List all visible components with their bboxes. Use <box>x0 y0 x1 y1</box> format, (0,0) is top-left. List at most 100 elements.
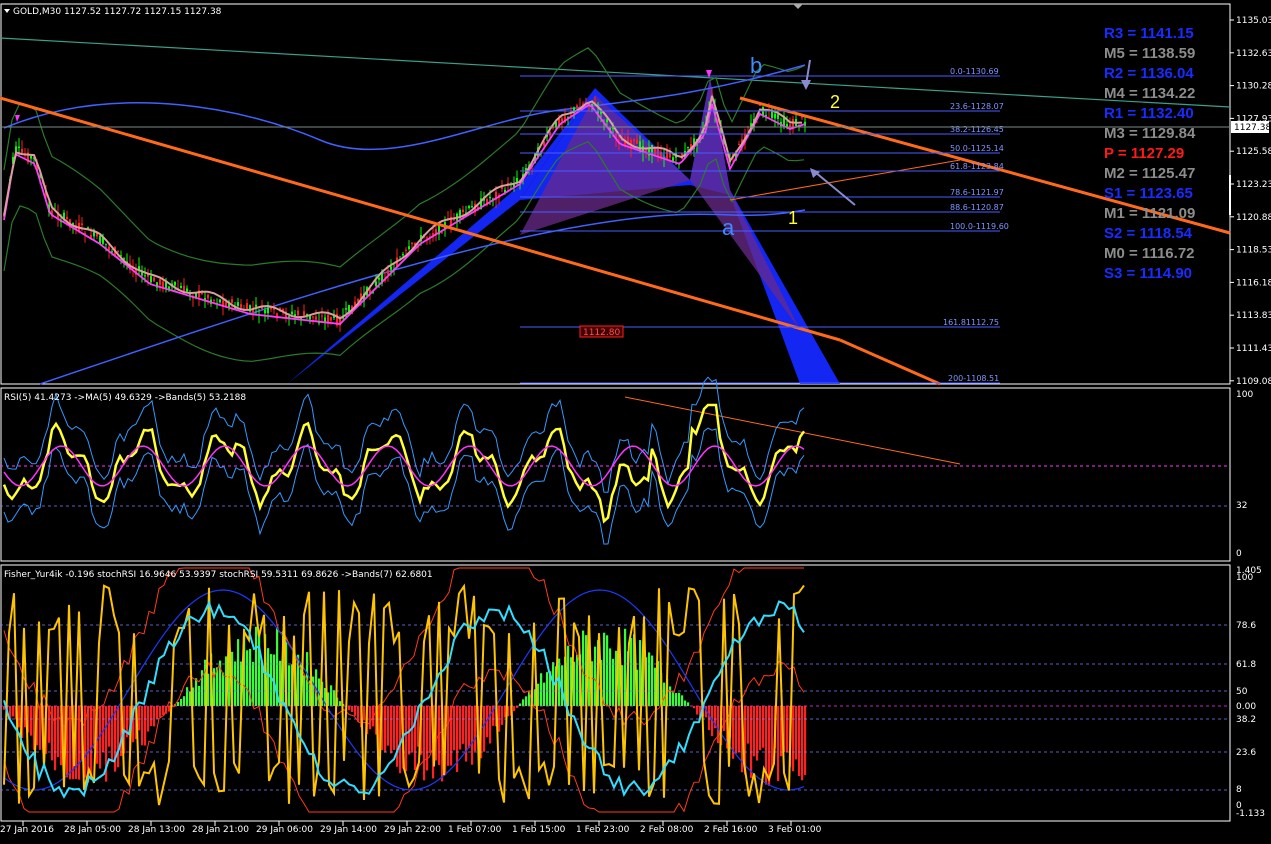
fisher-bar <box>234 661 237 706</box>
fisher-bar <box>255 626 258 706</box>
fisher-bar <box>462 706 465 744</box>
candle-body <box>153 277 155 282</box>
fisher-bar <box>672 691 675 706</box>
pivot-label: R1 = 1132.40 <box>1104 105 1194 122</box>
rsi-tick-label: 100 <box>1236 390 1253 400</box>
candle-body <box>201 292 203 294</box>
fisher-bar <box>753 706 756 757</box>
fisher-bar <box>630 637 633 706</box>
candle-body <box>462 209 464 212</box>
price-tick-label: 1116.18 <box>1236 278 1271 288</box>
fisher-tick-label: 61.8 <box>1236 660 1256 670</box>
fisher-tick-label: 38.2 <box>1236 715 1256 725</box>
fib-level-label: 50.0-1125.14 <box>950 144 1004 153</box>
pivot-label: M2 = 1125.47 <box>1104 165 1195 182</box>
fisher-bar <box>117 706 120 768</box>
fisher-bar <box>771 706 774 770</box>
fisher-bar <box>150 706 153 727</box>
fisher-bar <box>357 706 360 722</box>
fisher-bar <box>429 706 432 753</box>
fisher-bar <box>30 706 33 736</box>
fisher-bar <box>483 706 486 752</box>
candle-body <box>321 315 323 317</box>
candle-body <box>387 270 389 275</box>
fisher-bar <box>747 706 750 744</box>
fisher-bar <box>735 706 738 754</box>
pivot-label: S2 = 1118.54 <box>1104 225 1193 242</box>
fisher-bar <box>447 706 450 766</box>
price-tick-label: 1130.28 <box>1236 82 1271 92</box>
price-tick-label: 1123.23 <box>1236 180 1271 190</box>
fisher-bar <box>540 673 543 706</box>
fisher-bar <box>393 706 396 750</box>
fisher-bar <box>348 706 351 711</box>
fisher-bar <box>69 706 72 780</box>
fisher-bar <box>339 701 342 706</box>
fisher-bar <box>195 678 198 706</box>
time-tick-label: 28 Jan 05:00 <box>64 825 121 835</box>
fisher-bar <box>141 706 144 746</box>
fisher-bar <box>222 672 225 706</box>
candle-body <box>345 308 347 310</box>
price-tick-label: 1118.53 <box>1236 246 1271 256</box>
fisher-tick-label: 0.00 <box>1236 702 1256 712</box>
fib-level-label: 38.2-1126.45 <box>950 125 1004 134</box>
fisher-bar <box>756 706 759 761</box>
price-tick-label: 1111.43 <box>1236 344 1271 354</box>
fisher-bar <box>786 706 789 753</box>
price-tick-label: 1120.88 <box>1236 213 1271 223</box>
fisher-axis: 1.40510078.661.8500.0038.223.680-1.133 <box>1236 566 1265 819</box>
candle-body <box>402 254 404 256</box>
time-tick-label: 27 Jan 2016 <box>0 825 54 835</box>
candle-body <box>150 276 152 283</box>
fisher-bar <box>108 706 111 747</box>
rsi-panel[interactable] <box>0 387 1231 562</box>
fisher-tick-label: -1.133 <box>1236 809 1265 819</box>
candle-body <box>99 235 101 244</box>
candle-body <box>561 118 563 122</box>
rsi-tick-label: 32 <box>1236 501 1247 511</box>
rsi-header: RSI(5) 41.4273 ->MA(5) 49.6329 ->Bands(5… <box>4 393 246 403</box>
candle-body <box>255 304 257 307</box>
fisher-bar <box>606 635 609 706</box>
fisher-bar <box>303 675 306 706</box>
fisher-bar <box>186 687 189 706</box>
fisher-bar <box>525 696 528 706</box>
pivot-label: S3 = 1114.90 <box>1104 265 1192 282</box>
fisher-bar <box>576 654 579 706</box>
fisher-bar <box>795 706 798 760</box>
fisher-bar <box>762 706 765 748</box>
fisher-bar <box>12 706 15 717</box>
candle-body <box>573 107 575 111</box>
candle-body <box>66 216 68 219</box>
fisher-bar <box>198 685 201 706</box>
fisher-header: Fisher_Yur4ik -0.196 stochRSI 16.9646 53… <box>4 570 433 580</box>
fisher-bar <box>423 706 426 781</box>
fib-level-label: 61.8-1123.84 <box>950 162 1004 171</box>
fisher-bar <box>354 706 357 716</box>
candle-body <box>468 206 470 209</box>
candle-body <box>636 139 638 144</box>
candle-body <box>246 303 248 309</box>
fisher-bar <box>288 665 291 706</box>
candle-body <box>231 299 233 303</box>
fisher-bar <box>237 639 240 706</box>
candle-body <box>657 148 659 156</box>
scroll-handle[interactable] <box>1229 175 1231 215</box>
candle-body <box>159 279 161 285</box>
candle-body <box>738 143 740 145</box>
fisher-tick-label: 78.6 <box>1236 621 1256 631</box>
candle-body <box>141 272 143 276</box>
candle-body <box>174 281 176 286</box>
wave-label-b: b <box>750 53 762 78</box>
fisher-bar <box>426 706 429 771</box>
fisher-bar <box>363 706 366 721</box>
candle-body <box>213 299 215 301</box>
candle-body <box>315 316 317 320</box>
fisher-bar <box>78 706 81 780</box>
fisher-bar <box>138 706 141 731</box>
candle-body <box>117 250 119 253</box>
candle-body <box>426 237 428 239</box>
candle-body <box>18 146 20 149</box>
candle-body <box>330 317 332 321</box>
